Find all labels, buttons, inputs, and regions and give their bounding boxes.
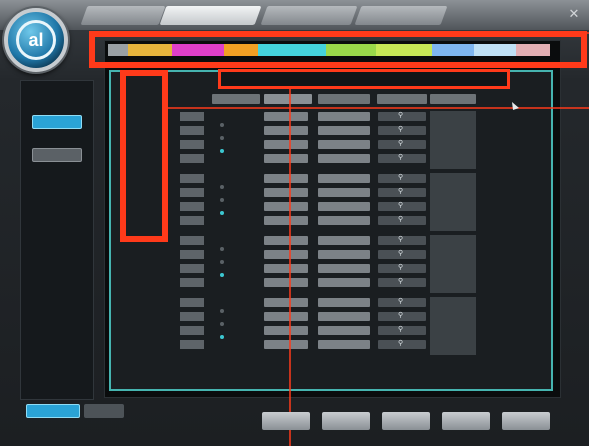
bottom-button-2[interactable] xyxy=(322,412,370,430)
bottom-button-5[interactable] xyxy=(502,412,550,430)
app-window: ✕ al ⚲ ⚲ ⚲ ⚲ ⚲ ⚲ ⚲ ⚲ ⚲ ⚲ ⚲ ⚲ ⚲ ⚲ ⚲ ⚲ xyxy=(0,0,589,446)
callout-lines xyxy=(168,32,589,446)
bottom-button-4[interactable] xyxy=(442,412,490,430)
bottom-button-3[interactable] xyxy=(382,412,430,430)
bottom-tab-2[interactable] xyxy=(84,404,124,418)
bottom-tab-1[interactable] xyxy=(26,404,80,418)
mouse-cursor-icon xyxy=(512,102,519,110)
bottom-button-1[interactable] xyxy=(262,412,310,430)
